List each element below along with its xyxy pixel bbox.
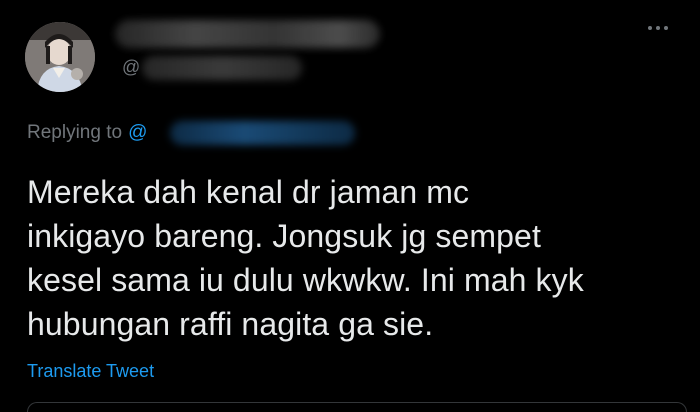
dot xyxy=(656,26,660,30)
reply-mention-redacted[interactable] xyxy=(170,121,355,145)
tweet: @ Replying to @ Mereka dah kenal dr jaman… xyxy=(0,0,700,412)
tweet-text: Mereka dah kenal dr jaman mc inkigayo ba… xyxy=(27,174,584,342)
author-handle-redacted xyxy=(142,56,302,80)
author-name-redacted[interactable] xyxy=(115,20,380,48)
author-handle[interactable]: @ xyxy=(122,56,140,78)
reply-mention-at[interactable]: @ xyxy=(128,122,147,143)
translate-tweet-link[interactable]: Translate Tweet xyxy=(27,360,154,382)
handle-prefix: @ xyxy=(122,57,141,77)
avatar-image xyxy=(25,22,95,92)
more-horizontal-icon[interactable] xyxy=(648,23,672,33)
dot xyxy=(664,26,668,30)
replying-to-label: Replying to xyxy=(27,122,123,143)
replying-to: Replying to @ xyxy=(27,121,147,145)
dot xyxy=(648,26,652,30)
quoted-card-edge xyxy=(27,402,687,412)
avatar[interactable] xyxy=(25,22,95,92)
